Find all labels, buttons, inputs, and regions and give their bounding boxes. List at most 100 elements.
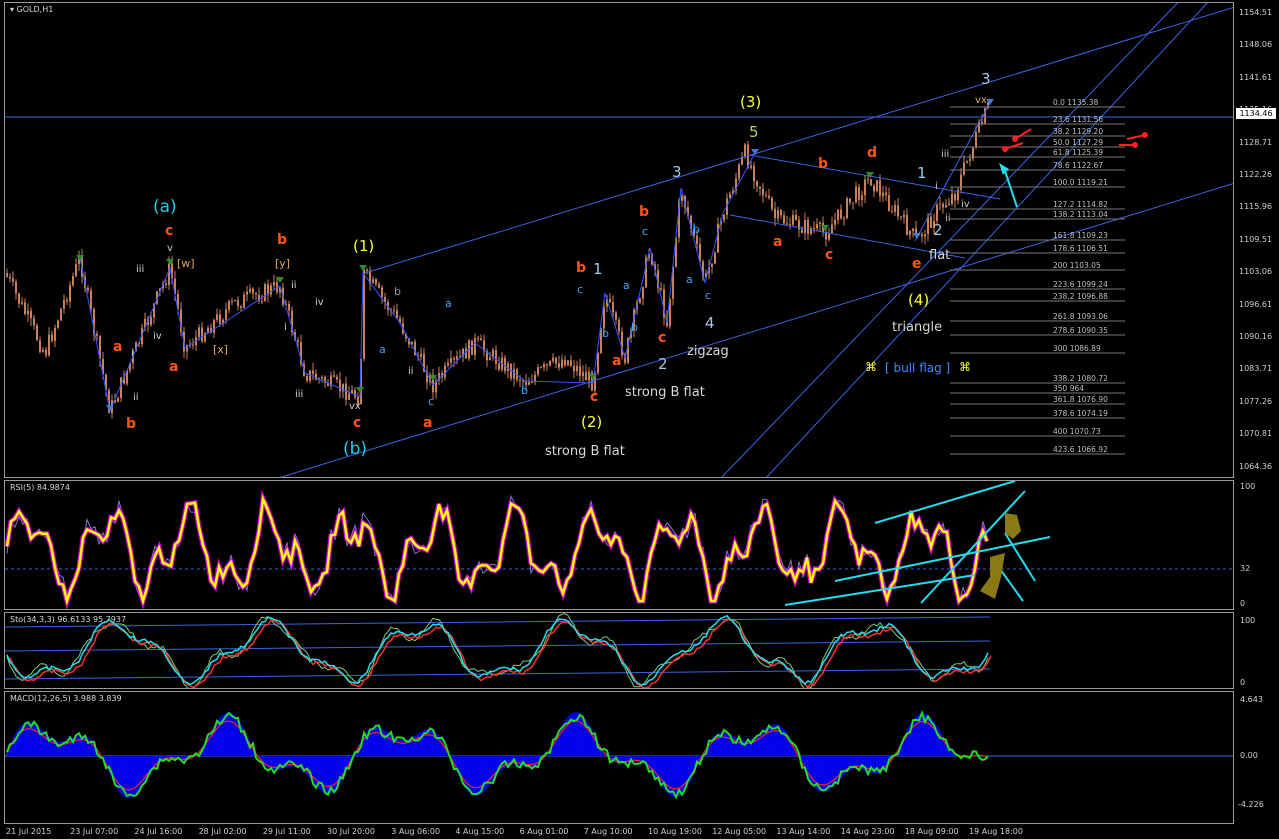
candle <box>363 269 365 359</box>
candle <box>90 290 92 309</box>
time-tick: 6 Aug 01:00 <box>519 827 569 836</box>
wave-label-c: c <box>428 395 435 408</box>
wave-label-5: 5 <box>749 123 759 141</box>
fib-level-label: 400 1070.73 <box>1053 427 1101 436</box>
sto-level-line <box>5 616 991 628</box>
candle <box>198 327 200 338</box>
time-tick: 30 Jul 20:00 <box>327 827 375 836</box>
macd-axis: 4.643 0.00 -4.226 <box>1235 691 1279 824</box>
fib-level-label: 138.2 1113.04 <box>1053 210 1108 219</box>
candle <box>237 299 239 307</box>
candle <box>219 314 221 324</box>
candle <box>573 365 575 372</box>
candle <box>288 303 290 311</box>
stochastic-pane[interactable]: Sto(34,3,3) 96.6133 95.7937 <box>4 612 1234 689</box>
candle <box>942 203 944 208</box>
candle <box>936 204 938 221</box>
candle <box>465 348 467 359</box>
price-tick: 1141.61 <box>1239 72 1273 82</box>
candle <box>255 293 257 295</box>
wave-label-b: b <box>693 223 700 236</box>
candle <box>489 357 491 361</box>
macd-tick-zero: 0.00 <box>1240 751 1258 760</box>
candle <box>750 165 752 168</box>
candle <box>273 282 275 286</box>
candle <box>564 359 566 366</box>
candle <box>54 327 56 341</box>
wave-label-ii: ii <box>133 392 139 403</box>
wave-label-c: c <box>165 223 174 239</box>
candle <box>18 293 20 304</box>
candle <box>924 234 926 237</box>
wave-label-iii: iii <box>941 149 950 160</box>
candle <box>150 317 152 325</box>
candle <box>297 340 299 343</box>
wave-label-c: c <box>353 415 362 431</box>
bull-flag-icon: ⌘ <box>959 360 971 374</box>
candle <box>966 160 968 163</box>
candle <box>231 300 233 302</box>
time-tick: 13 Aug 14:00 <box>776 827 831 836</box>
wave-label-i: i <box>131 348 134 359</box>
candle <box>897 205 899 217</box>
rsi-trendline-short <box>999 568 1024 602</box>
candle <box>336 376 338 380</box>
wave-zigzag <box>79 152 756 413</box>
fib-level-label: 200 1103.05 <box>1053 261 1101 270</box>
candle <box>828 233 830 240</box>
time-tick: 14 Aug 23:00 <box>840 827 895 836</box>
candle <box>6 273 8 277</box>
candle <box>480 338 482 341</box>
time-tick: 4 Aug 15:00 <box>455 827 505 836</box>
rsi-axis: 100 32 0 <box>1235 480 1279 610</box>
wave-label-b: b <box>576 260 587 276</box>
macd-pane[interactable]: MACD(12,26,5) 3.988 3.839 <box>4 691 1234 824</box>
fib-level-label: 178.6 1106.51 <box>1053 244 1108 253</box>
wave-label-w: [w] <box>177 257 195 270</box>
rsi-chart <box>5 481 1233 609</box>
candle <box>618 319 620 332</box>
candle <box>951 193 953 204</box>
wave-label-a: a <box>623 279 630 292</box>
price-pane[interactable]: ▾ GOLD,H1 (a) (b) (1) (2) (3) (4) c v ii… <box>4 2 1234 478</box>
candle <box>264 284 266 301</box>
wave-label-iii: iii <box>295 389 304 400</box>
candle <box>714 252 716 264</box>
rsi-trendline-mid <box>834 536 1051 582</box>
price-tick: 1090.16 <box>1239 332 1273 341</box>
wave-label-a-paren: (a) <box>153 197 177 217</box>
rsi-pane[interactable]: RSI(5) 84.9874 <box>4 480 1234 610</box>
candle <box>771 197 773 209</box>
candle <box>756 181 758 187</box>
wave-label-4: 4 <box>705 314 715 332</box>
candle <box>768 195 770 198</box>
wave-label-c: c <box>658 330 667 346</box>
candle <box>372 279 374 284</box>
candle <box>855 186 857 203</box>
candle <box>45 349 47 356</box>
wave-label-d: d <box>867 145 878 161</box>
candle <box>969 158 971 161</box>
wave-label-1: 1 <box>917 164 927 182</box>
price-tick: 1096.61 <box>1239 299 1273 309</box>
candle <box>939 203 941 205</box>
candle <box>813 228 815 230</box>
wave-label-b: b <box>126 416 137 432</box>
wave-label-i: i <box>935 181 938 192</box>
rsi-highlight-blob <box>980 553 1005 599</box>
candle <box>495 350 497 364</box>
wave-label-c: c <box>705 289 712 302</box>
candle <box>609 298 611 302</box>
candle <box>75 264 77 277</box>
macd-tick-bottom: -4.226 <box>1238 800 1264 809</box>
time-tick: 3 Aug 06:00 <box>391 827 441 836</box>
candle <box>27 310 29 315</box>
time-tick: 12 Aug 05:00 <box>712 827 767 836</box>
candle <box>42 349 44 352</box>
wave-label-1-paren: (1) <box>353 237 375 255</box>
candle <box>306 376 308 381</box>
fib-level-label: 223.6 1099.24 <box>1053 280 1108 289</box>
annotation-zigzag: zigzag <box>687 344 729 359</box>
rsi-trendline-upper <box>874 481 1016 524</box>
candle <box>846 198 848 219</box>
